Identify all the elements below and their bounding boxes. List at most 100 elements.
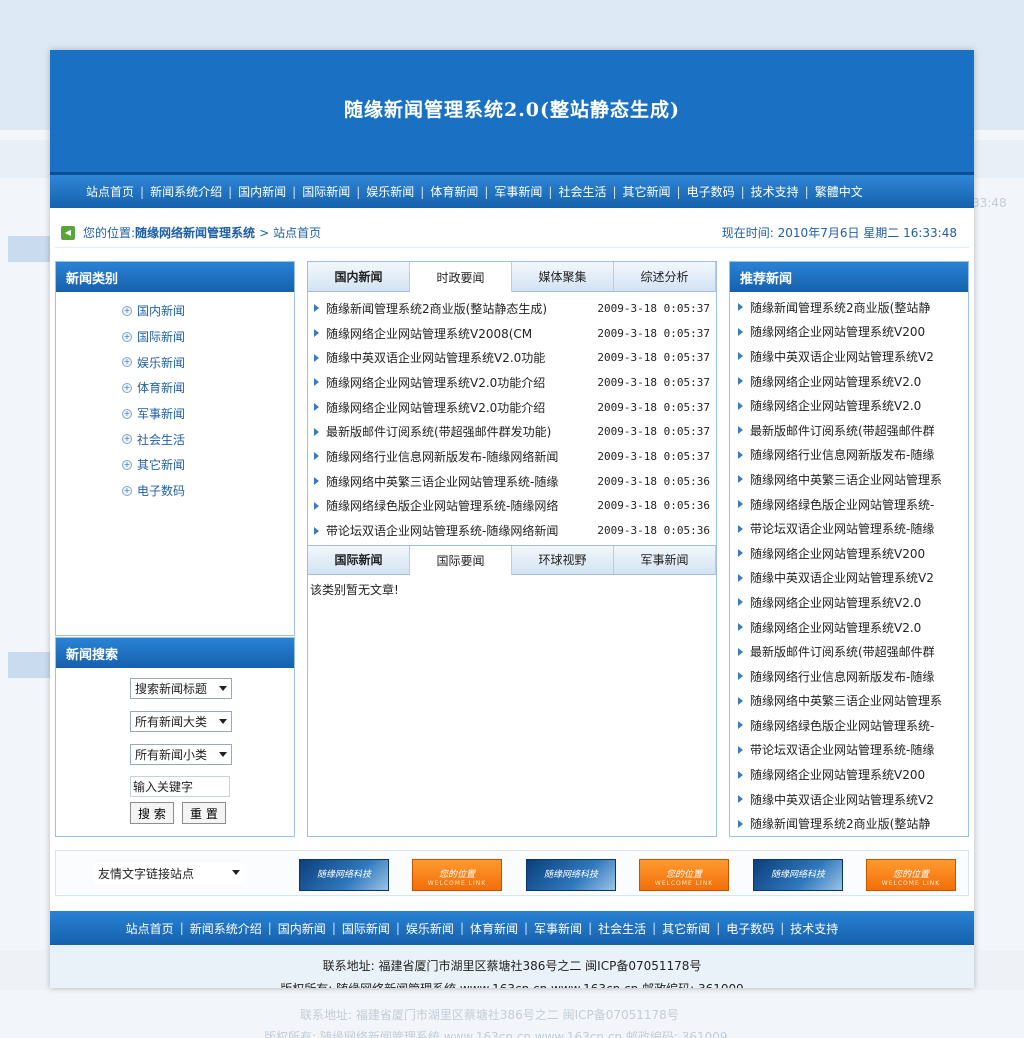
nav-item[interactable]: 体育新闻 [430,183,478,200]
nav-item[interactable]: 新闻系统介绍 [150,183,222,200]
link-banner[interactable]: 您的位置 WELCOME LINK [639,859,729,891]
big-class-select[interactable]: 所有新闻大类 [130,711,232,732]
category-item[interactable]: + 社会生活 [122,426,294,452]
news-center-panel: 国内新闻 时政要闻 媒体聚集 综述分析 随缘新闻管理系统2商业版(整站静态生成) 200… [307,261,717,837]
link-banner[interactable]: 您的位置 WELCOME LINK [412,859,502,891]
recommended-link[interactable]: 随缘网络企业网站管理系统V2.0 [750,373,921,390]
link-banner[interactable]: 随缘网络科技 [526,859,616,891]
main-page: 随缘新闻管理系统2.0(整站静态生成) 站点首页 | 新闻系统介绍 | 国内新闻 | 国际新… [50,50,974,988]
nav-item[interactable]: 技术支持 [751,183,799,200]
news-title-link[interactable]: 随缘网络企业网站管理系统V2.0功能介绍 [326,399,597,416]
news-title-link[interactable]: 随缘网络行业信息网新版发布-随缘网络新闻 [326,448,597,465]
link-banner[interactable]: 您的位置 WELCOME LINK [866,859,956,891]
footer-nav-item[interactable]: 国内新闻 [278,920,326,937]
tab-domestic-1[interactable]: 时政要闻 [410,262,512,292]
search-button[interactable]: 搜 索 [130,802,174,824]
tab-domestic-0[interactable]: 国内新闻 [308,262,410,291]
category-item[interactable]: + 其它新闻 [122,452,294,478]
recommended-link[interactable]: 最新版邮件订阅系统(带超强邮件群 [750,643,935,660]
recommended-link[interactable]: 随缘中英双语企业网站管理系统V2 [750,791,934,808]
recommended-link[interactable]: 随缘新闻管理系统2商业版(整站静 [750,815,930,832]
link-banner[interactable]: 随缘网络科技 [299,859,389,891]
reset-button[interactable]: 重 置 [182,802,226,824]
recommended-link[interactable]: 随缘网络行业信息网新版发布-随缘 [750,446,934,463]
news-title-link[interactable]: 随缘网络企业网站管理系统V2.0功能介绍 [326,374,597,391]
nav-item[interactable]: 国内新闻 [238,183,286,200]
nav-separator: | [484,184,489,199]
ghost-footer-copyright: 版权所有: 随缘网络新闻管理系统 www.163cn.cn www.163cn.… [264,1030,728,1038]
small-class-select[interactable]: 所有新闻小类 [130,744,232,765]
news-title-link[interactable]: 随缘网络企业网站管理系统V2008(CM [326,325,597,342]
footer-nav-item[interactable]: 社会生活 [598,920,646,937]
news-date: 2009-3-18 0:05:37 [597,400,710,414]
nav-item[interactable]: 社会生活 [558,183,606,200]
search-field-value: 搜索新闻标题 [135,682,208,696]
footer-nav-item[interactable]: 体育新闻 [470,920,518,937]
recommended-link[interactable]: 随缘网络企业网站管理系统V2.0 [750,397,921,414]
tab-international-1[interactable]: 国际要闻 [410,545,512,575]
breadcrumb-current-page[interactable]: 站点首页 [273,224,321,241]
chevron-down-icon [219,719,227,724]
breadcrumb-arrow: > [259,225,270,240]
news-title-link[interactable]: 带论坛双语企业网站管理系统-随缘网络新闻 [326,522,597,539]
tab-domestic-2[interactable]: 媒体聚集 [512,262,614,291]
nav-item[interactable]: 其它新闻 [623,183,671,200]
breadcrumb-site-link[interactable]: 随缘网络新闻管理系统 [135,224,255,241]
recommended-link[interactable]: 最新版邮件订阅系统(带超强邮件群 [750,422,935,439]
recommended-item: 随缘网络企业网站管理系统V200 [730,541,968,566]
news-title-link[interactable]: 最新版邮件订阅系统(带超强邮件群发功能) [326,423,597,440]
recommended-link[interactable]: 随缘网络企业网站管理系统V2.0 [750,594,921,611]
news-title-link[interactable]: 随缘网络绿色版企业网站管理系统-随缘网络 [326,497,597,514]
footer-nav-item[interactable]: 新闻系统介绍 [190,920,262,937]
footer-nav-item[interactable]: 电子数码 [726,920,774,937]
nav-item[interactable]: 军事新闻 [494,183,542,200]
recommended-link[interactable]: 带论坛双语企业网站管理系统-随缘 [750,520,934,537]
plus-icon: + [122,331,132,342]
nav-separator: | [395,921,400,935]
recommended-link[interactable]: 随缘中英双语企业网站管理系统V2 [750,348,934,365]
recommended-link[interactable]: 随缘新闻管理系统2商业版(整站静 [750,299,930,316]
recommended-link[interactable]: 带论坛双语企业网站管理系统-随缘 [750,741,934,758]
footer-nav-item[interactable]: 其它新闻 [662,920,710,937]
nav-item[interactable]: 站点首页 [86,183,134,200]
news-title-link[interactable]: 随缘网络中英繁三语企业网站管理系统-随缘 [326,473,597,490]
keyword-input[interactable] [130,776,230,797]
news-title-link[interactable]: 随缘中英双语企业网站管理系统V2.0功能 [326,349,597,366]
recommended-link[interactable]: 随缘网络企业网站管理系统V200 [750,545,925,562]
tab-international-2[interactable]: 环球视野 [512,545,614,574]
category-item[interactable]: + 电子数码 [122,478,294,504]
recommended-link[interactable]: 随缘网络绿色版企业网站管理系统- [750,717,934,734]
category-item[interactable]: + 国际新闻 [122,324,294,350]
footer-nav-item[interactable]: 国际新闻 [342,920,390,937]
tab-domestic-3[interactable]: 综述分析 [614,262,716,291]
nav-item[interactable]: 娱乐新闻 [366,183,414,200]
category-item[interactable]: + 国内新闻 [122,298,294,324]
recommended-link[interactable]: 随缘网络行业信息网新版发布-随缘 [750,668,934,685]
recommended-panel-title: 推荐新闻 [730,262,968,292]
recommended-link[interactable]: 随缘网络企业网站管理系统V200 [750,766,925,783]
category-item[interactable]: + 军事新闻 [122,401,294,427]
tab-international-0[interactable]: 国际新闻 [308,545,410,574]
footer-nav-item[interactable]: 站点首页 [126,920,174,937]
recommended-link[interactable]: 随缘网络绿色版企业网站管理系统- [750,496,934,513]
link-banner[interactable]: 随缘网络科技 [753,859,843,891]
recommended-link[interactable]: 随缘网络企业网站管理系统V200 [750,323,925,340]
friend-link-select[interactable]: 友情文字链接站点 [94,863,244,884]
tab-international-3[interactable]: 军事新闻 [614,545,716,574]
nav-item[interactable]: 繁體中文 [815,183,863,200]
news-title-link[interactable]: 随缘新闻管理系统2商业版(整站静态生成) [326,300,597,317]
recommended-link[interactable]: 随缘网络企业网站管理系统V2.0 [750,619,921,636]
footer-nav-item[interactable]: 娱乐新闻 [406,920,454,937]
category-item[interactable]: + 娱乐新闻 [122,349,294,375]
recommended-link[interactable]: 随缘网络中英繁三语企业网站管理系 [750,471,942,488]
category-item[interactable]: + 体育新闻 [122,375,294,401]
footer-nav-item[interactable]: 军事新闻 [534,920,582,937]
search-field-select[interactable]: 搜索新闻标题 [130,678,232,699]
footer-nav-item[interactable]: 技术支持 [790,920,838,937]
recommended-link[interactable]: 随缘网络中英繁三语企业网站管理系 [750,692,942,709]
nav-separator: | [420,184,425,199]
nav-item[interactable]: 电子数码 [687,183,735,200]
nav-item[interactable]: 国际新闻 [302,183,350,200]
friend-link-select-value: 友情文字链接站点 [98,867,195,881]
recommended-link[interactable]: 随缘中英双语企业网站管理系统V2 [750,569,934,586]
